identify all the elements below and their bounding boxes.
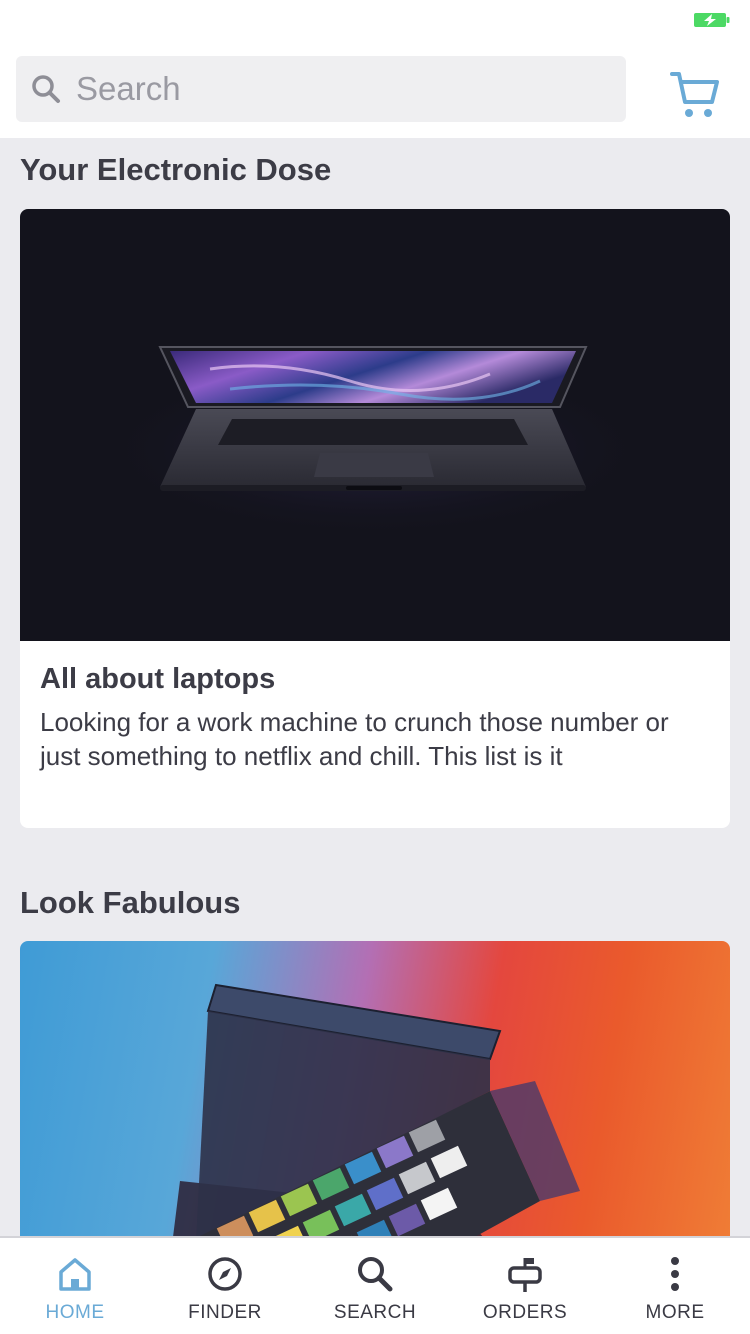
section-title-beauty: Look Fabulous xyxy=(20,885,241,920)
tab-label-finder: FINDER xyxy=(188,1302,262,1323)
feature-card-laptops[interactable]: All about laptops Looking for a work mac… xyxy=(20,209,730,828)
search-icon xyxy=(358,1257,393,1292)
card-description: Looking for a work machine to crunch tho… xyxy=(40,707,669,771)
compass-icon xyxy=(208,1257,242,1291)
makeup-palette-image xyxy=(20,941,730,1236)
home-icon xyxy=(59,1258,91,1291)
tab-more[interactable]: MORE xyxy=(600,1238,750,1334)
laptop-illustration xyxy=(95,346,655,539)
section-title-electronics: Your Electronic Dose xyxy=(20,152,332,187)
tab-label-search: SEARCH xyxy=(333,1302,417,1323)
feature-card-beauty[interactable] xyxy=(20,941,730,1236)
search-box[interactable] xyxy=(16,56,626,122)
mailbox-icon xyxy=(508,1258,542,1292)
header xyxy=(0,40,750,138)
cart-icon[interactable] xyxy=(668,68,722,122)
search-icon xyxy=(32,75,60,103)
tab-label-home: HOME xyxy=(45,1302,105,1323)
makeup-palette-illustration xyxy=(173,983,580,1236)
more-vertical-icon xyxy=(671,1257,679,1291)
tab-search[interactable]: SEARCH xyxy=(300,1238,450,1334)
tab-home[interactable]: HOME xyxy=(0,1238,150,1334)
card-title: All about laptops xyxy=(40,663,276,695)
tab-orders[interactable]: ORDERS xyxy=(450,1238,600,1334)
tab-bar: HOME FINDER SEARCH ORDERS MORE xyxy=(0,1236,750,1334)
search-input[interactable] xyxy=(76,56,606,122)
feed-content[interactable]: Your Electronic Dose All about laptops L… xyxy=(0,138,750,1236)
tab-finder[interactable]: FINDER xyxy=(150,1238,300,1334)
tab-label-more: MORE xyxy=(645,1302,705,1323)
battery-charging-icon xyxy=(694,13,730,27)
laptop-image xyxy=(20,209,730,641)
tab-label-orders: ORDERS xyxy=(482,1302,568,1323)
status-bar xyxy=(0,0,750,40)
